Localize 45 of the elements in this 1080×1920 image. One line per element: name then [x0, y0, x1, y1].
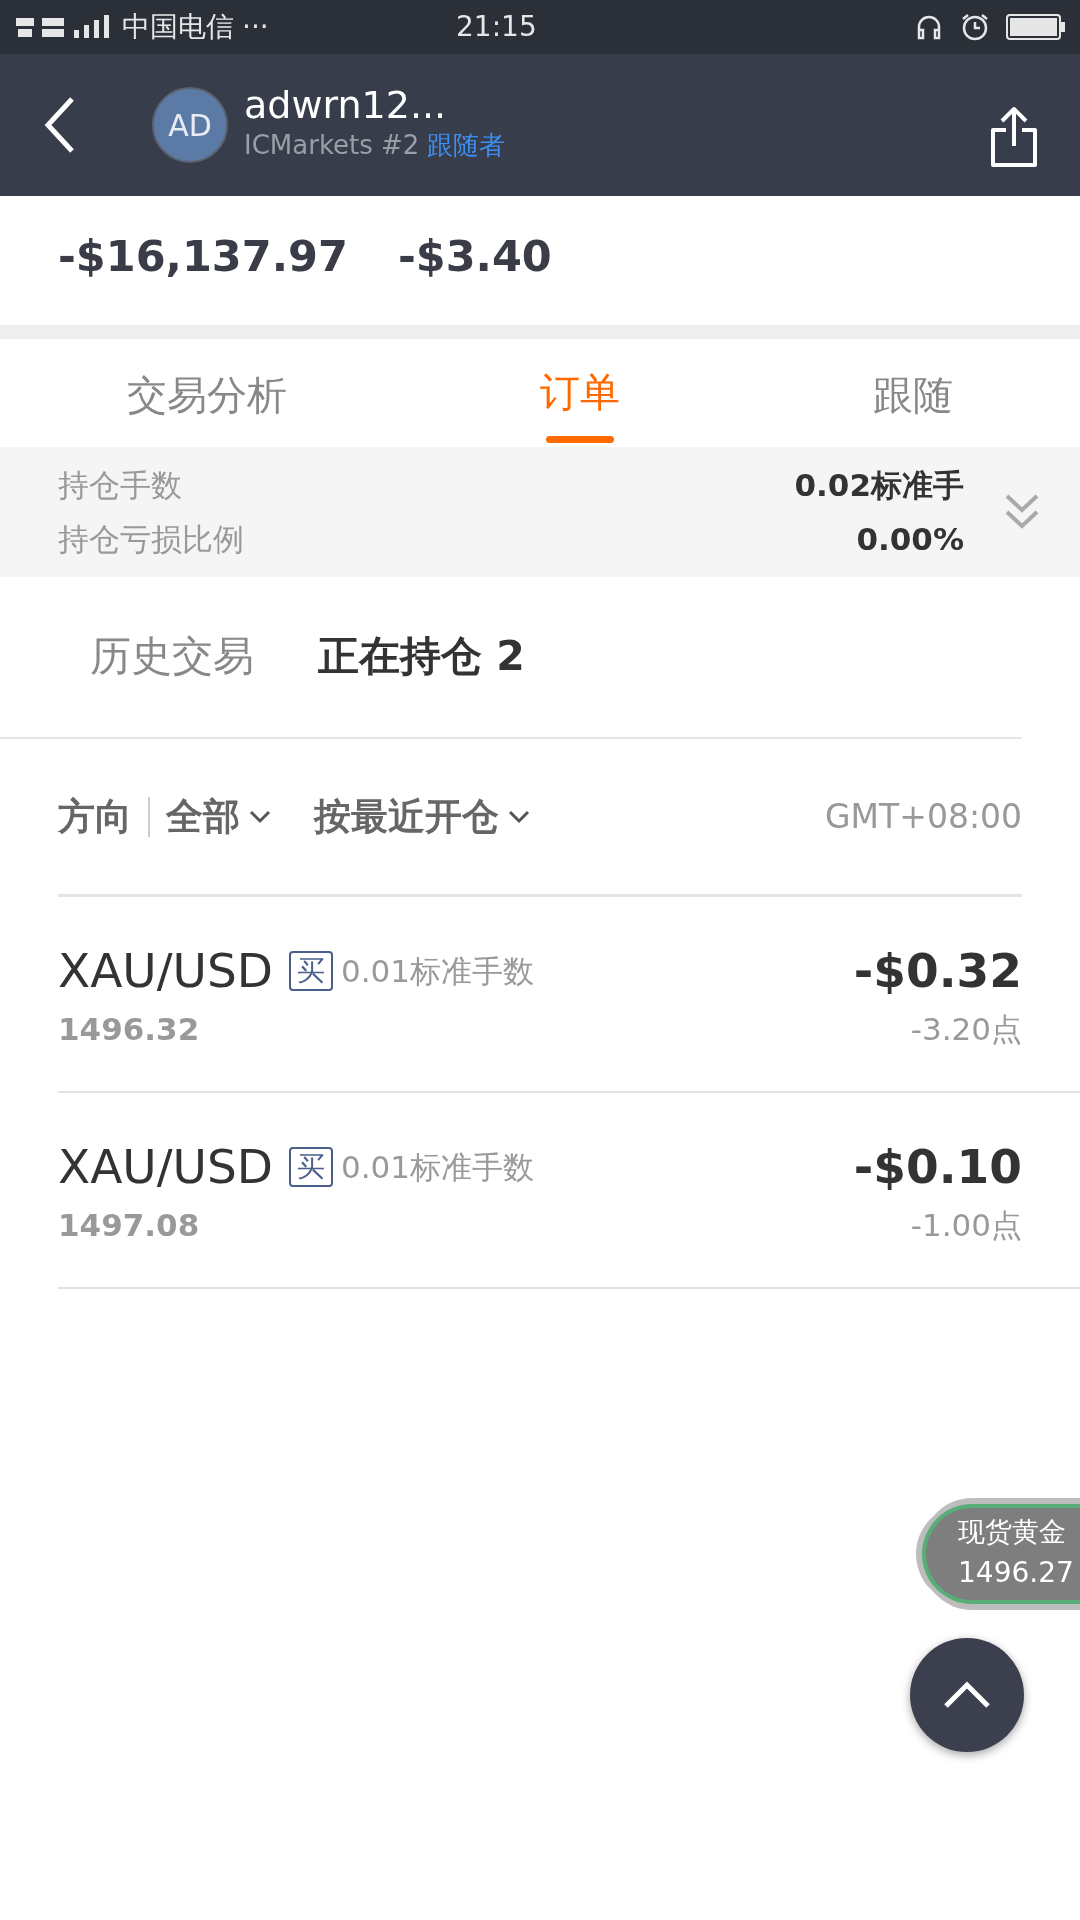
profit-value: -$16,137.97	[58, 230, 348, 283]
tab[interactable]: 订单	[540, 339, 620, 447]
symbol: XAU/USD	[58, 941, 273, 1000]
user-name: adwrn12...	[244, 84, 448, 127]
filter-label: 方向	[58, 793, 132, 840]
points: -1.00点	[909, 1206, 1022, 1245]
scroll-top-button[interactable]	[910, 1638, 1024, 1752]
dropdown[interactable]: 按最近开仓	[314, 788, 531, 845]
alarm-clock-icon	[960, 12, 990, 42]
caret-icon	[248, 808, 272, 825]
order-profit: -$0.32	[853, 941, 1022, 1000]
stat-label: 持仓手数	[58, 466, 183, 505]
lot-size: 0.01标准手数	[341, 951, 535, 991]
quote-name: 现货黄金	[958, 1515, 1067, 1549]
tab[interactable]: 跟随	[873, 339, 954, 447]
points: -3.20点	[909, 1010, 1022, 1049]
sub-tab[interactable]: 历史交易	[90, 626, 254, 688]
share-icon	[988, 106, 1040, 168]
profit-value: -$3.40	[397, 230, 552, 283]
tab[interactable]: 交易分析	[126, 339, 287, 447]
chevron-up-icon	[942, 1680, 992, 1710]
tab-underline	[546, 435, 614, 443]
dropdown[interactable]: 全部	[166, 788, 272, 845]
battery-icon	[1006, 14, 1066, 40]
open-price: 1497.08	[58, 1206, 201, 1245]
carrier-name: 中国电信	[122, 9, 234, 45]
role-label: 跟随者	[427, 129, 506, 163]
stat-value: 0.02标准手	[794, 466, 964, 505]
account-name: ICMarkets #2	[244, 129, 420, 163]
more-dots: ···	[242, 9, 269, 45]
avatar: AD	[152, 87, 228, 163]
stat-value: 0.00%	[855, 520, 964, 559]
share-button[interactable]	[988, 106, 1040, 168]
open-price: 1496.32	[58, 1010, 201, 1049]
side-tag: 买	[289, 1146, 333, 1187]
clock: 21:15	[455, 9, 538, 45]
caret-icon	[507, 808, 531, 825]
sub-tab[interactable]: 正在持仓 2	[318, 626, 525, 688]
lot-size: 0.01标准手数	[341, 1147, 535, 1187]
order-profit: -$0.10	[853, 1137, 1022, 1196]
timezone: GMT+08:00	[825, 795, 1022, 838]
quote-price: 1496.27	[958, 1555, 1075, 1591]
symbol: XAU/USD	[58, 1137, 273, 1196]
side-tag: 买	[289, 950, 333, 991]
stat-label: 持仓亏损比例	[58, 520, 245, 559]
